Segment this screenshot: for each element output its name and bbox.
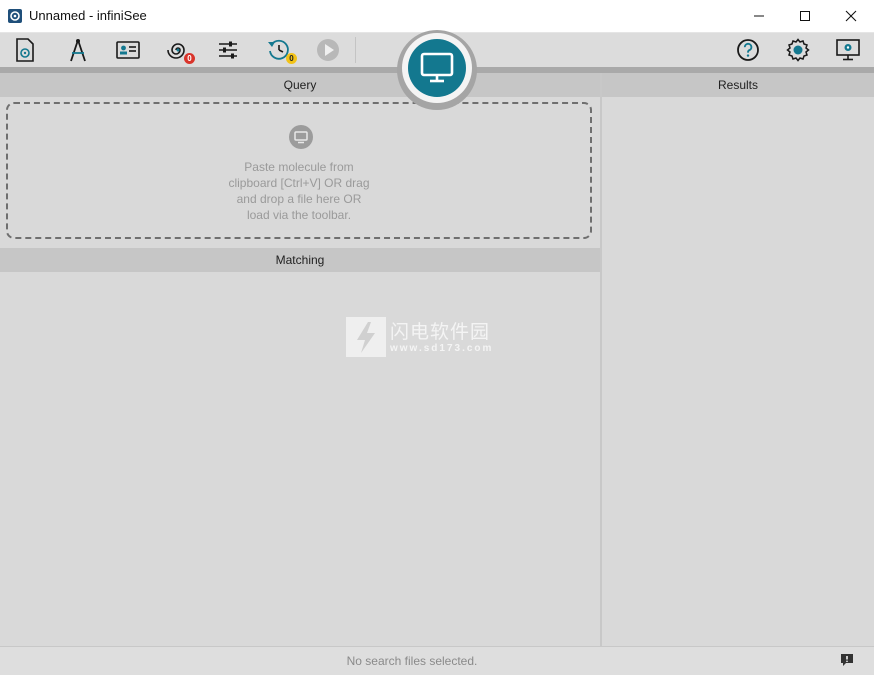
settings-button[interactable] <box>782 35 814 65</box>
history-count-badge: 0 <box>286 53 297 64</box>
query-drop-zone[interactable]: Paste molecule from clipboard [Ctrl+V] O… <box>6 102 592 239</box>
sliders-icon <box>219 41 237 59</box>
screen-settings-button[interactable] <box>832 35 864 65</box>
drop-hint: Paste molecule from clipboard [Ctrl+V] O… <box>8 159 590 223</box>
filter-sliders-button[interactable] <box>212 35 244 65</box>
search-start-button[interactable] <box>408 39 466 97</box>
history-button[interactable]: 0 <box>263 35 297 65</box>
open-file-icon <box>16 38 34 62</box>
watermark-url: www.sd173.com <box>390 343 494 354</box>
play-icon <box>317 39 339 61</box>
drop-hint-line: load via the toolbar. <box>246 208 352 222</box>
status-text: No search files selected. <box>346 654 478 668</box>
minimize-icon <box>754 15 764 17</box>
draw-button[interactable] <box>62 35 94 65</box>
feedback-icon[interactable] <box>840 653 854 667</box>
help-button[interactable] <box>732 35 764 65</box>
close-button[interactable] <box>828 0 874 32</box>
watermark-title: 闪电软件园 <box>390 322 491 343</box>
draw-icon <box>70 39 86 62</box>
minimize-button[interactable] <box>736 0 782 32</box>
lightning-icon <box>357 322 375 353</box>
results-list[interactable] <box>602 97 874 646</box>
matching-header: Matching <box>0 248 600 272</box>
play-button[interactable] <box>312 35 344 65</box>
title-bar: Unnamed - infiniSee <box>0 0 874 33</box>
drop-hint-line: clipboard [Ctrl+V] OR drag <box>228 176 370 190</box>
monitor-icon <box>289 125 313 149</box>
settings-icon <box>786 38 810 62</box>
query-header: Query <box>0 73 600 97</box>
screen-settings-icon <box>836 39 860 61</box>
monitor-icon <box>420 52 454 83</box>
left-panel: Query Paste molecule from clipboard [Ctr… <box>0 73 600 646</box>
right-panel: Results <box>602 73 874 646</box>
spiral-button[interactable]: 0 <box>162 35 195 65</box>
maximize-button[interactable] <box>782 0 828 32</box>
watermark: 闪电软件园 www.sd173.com <box>346 317 526 359</box>
results-header: Results <box>602 73 874 97</box>
toolbar-separator <box>355 37 356 63</box>
molecule-card-icon <box>116 41 140 59</box>
open-file-button[interactable] <box>9 35 41 65</box>
maximize-icon <box>800 11 810 21</box>
drop-hint-line: and drop a file here OR <box>236 192 362 206</box>
molecule-card-button[interactable] <box>112 35 144 65</box>
window-title: Unnamed - infiniSee <box>29 8 147 23</box>
help-icon <box>737 39 759 61</box>
close-icon <box>845 10 857 22</box>
drop-hint-line: Paste molecule from <box>244 160 354 174</box>
watermark-logo <box>346 317 386 357</box>
status-bar: No search files selected. <box>0 646 874 675</box>
app-icon <box>8 9 22 23</box>
spiral-count-badge: 0 <box>184 53 195 64</box>
